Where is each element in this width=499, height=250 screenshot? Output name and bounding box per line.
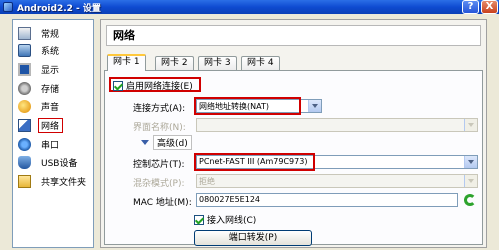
sidebar-item-storage[interactable]: 存储 xyxy=(15,80,93,96)
sidebar-item-shared-folders[interactable]: 共享文件夹 xyxy=(15,173,93,189)
chevron-down-icon[interactable] xyxy=(464,156,477,168)
tab-adapter-2[interactable]: 网卡 2 xyxy=(155,56,194,70)
sidebar-item-serial[interactable]: 串口 xyxy=(15,136,93,152)
adapter-type-highlight xyxy=(194,153,315,171)
interface-name-select xyxy=(196,118,478,132)
page-title: 网络 xyxy=(106,25,481,46)
advanced-toggle[interactable]: 高级(d) xyxy=(141,135,192,150)
app-icon xyxy=(3,2,13,12)
settings-sidebar: 常规 系统 显示 存储 声音 网络 串口 USB设备 共享文件夹 xyxy=(12,19,94,248)
display-icon xyxy=(18,62,31,76)
help-button[interactable]: ? xyxy=(462,0,479,14)
network-icon xyxy=(18,118,31,132)
chevron-down-icon[interactable] xyxy=(308,100,321,112)
promiscuous-value: 拒绝 xyxy=(199,177,215,186)
promiscuous-select: 拒绝 xyxy=(196,174,478,188)
adapter-type-label: 控制芯片(T): xyxy=(133,160,185,170)
advanced-label: 高级(d) xyxy=(153,135,192,150)
mac-address-field[interactable]: 080027E5E124 xyxy=(196,193,458,207)
chevron-down-icon xyxy=(141,140,149,145)
attached-to-highlight xyxy=(194,97,301,115)
shared-folder-icon xyxy=(18,174,31,188)
sidebar-item-label: 存储 xyxy=(41,84,60,95)
sidebar-item-label: 声音 xyxy=(41,102,60,113)
sidebar-item-system[interactable]: 系统 xyxy=(15,42,93,58)
sidebar-item-label: 共享文件夹 xyxy=(41,177,87,188)
sidebar-item-label: 显示 xyxy=(41,65,60,76)
mac-address-label: MAC 地址(M): xyxy=(133,198,192,208)
audio-icon xyxy=(18,99,31,113)
sidebar-item-label: 串口 xyxy=(41,140,60,151)
title-bar: Android2.2 - 设置 ? X xyxy=(0,0,499,14)
general-icon xyxy=(18,26,31,40)
sidebar-item-network[interactable]: 网络 xyxy=(15,117,93,133)
interface-name-label: 界面名称(N): xyxy=(133,123,186,133)
enable-adapter-checkbox[interactable]: 启用网络连接(E) xyxy=(113,79,193,92)
enable-adapter-label: 启用网络连接(E) xyxy=(126,82,193,92)
cable-connected-check[interactable] xyxy=(194,214,204,225)
sidebar-item-label: 常规 xyxy=(41,29,60,40)
sidebar-item-label: 系统 xyxy=(41,46,60,57)
sidebar-item-usb[interactable]: USB设备 xyxy=(15,154,93,170)
usb-icon xyxy=(18,155,31,169)
enable-adapter-check[interactable] xyxy=(113,80,123,91)
cable-connected-checkbox[interactable]: 接入网线(C) xyxy=(194,213,256,226)
sidebar-item-label: 网络 xyxy=(38,117,64,133)
sidebar-item-audio[interactable]: 声音 xyxy=(15,98,93,114)
refresh-icon[interactable] xyxy=(464,194,476,206)
system-icon xyxy=(18,43,31,57)
serial-icon xyxy=(18,137,31,151)
sidebar-item-label: USB设备 xyxy=(41,158,78,169)
settings-page: 网络 网卡 1 网卡 2 网卡 3 网卡 4 启用网络连接(E) 连接方式(A)… xyxy=(100,19,487,248)
port-forwarding-button[interactable]: 端口转发(P) xyxy=(194,230,312,246)
window-title: Android2.2 - 设置 xyxy=(17,3,101,14)
tab-adapter-4[interactable]: 网卡 4 xyxy=(241,56,280,70)
chevron-down-icon xyxy=(464,175,477,187)
chevron-down-icon xyxy=(464,119,477,131)
mac-address-value: 080027E5E124 xyxy=(199,195,261,204)
promiscuous-label: 混杂模式(P): xyxy=(133,179,185,189)
storage-icon xyxy=(18,81,31,95)
close-button[interactable]: X xyxy=(481,0,498,14)
sidebar-item-display[interactable]: 显示 xyxy=(15,61,93,77)
cable-connected-label: 接入网线(C) xyxy=(207,216,257,226)
adapter-panel: 启用网络连接(E) 连接方式(A): 网络地址转换(NAT) 界面名称(N): … xyxy=(104,70,483,246)
attached-to-label: 连接方式(A): xyxy=(133,104,186,114)
sidebar-item-general[interactable]: 常规 xyxy=(15,25,93,41)
tab-adapter-1[interactable]: 网卡 1 xyxy=(107,54,146,71)
tab-adapter-3[interactable]: 网卡 3 xyxy=(198,56,237,70)
